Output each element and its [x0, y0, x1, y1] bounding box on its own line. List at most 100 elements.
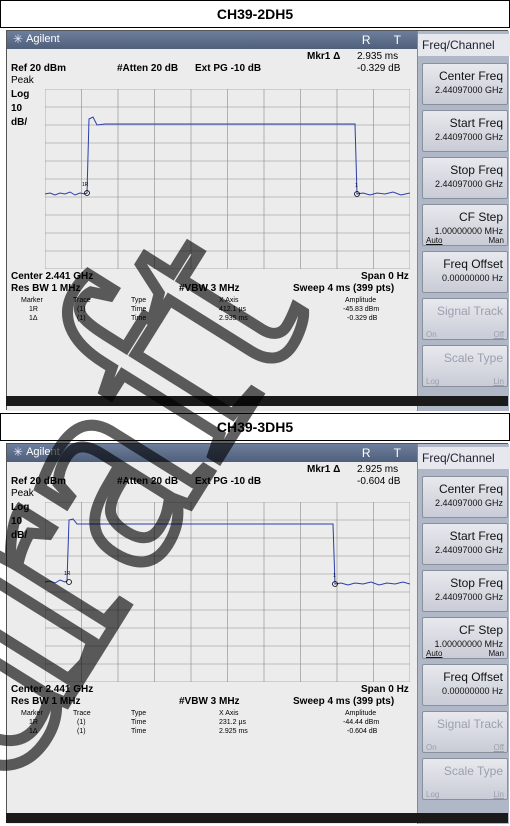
key-label: Stop Freq — [450, 163, 503, 177]
attenuation: #Atten 20 dB — [117, 63, 179, 74]
key-value: 2.44097000 GHz — [434, 179, 503, 189]
table-row-2-xaxis: 2.935 ms — [219, 315, 248, 322]
status-bar — [6, 396, 508, 406]
col-header-amplitude: Amplitude — [345, 710, 377, 717]
table-row-1-amplitude: -45.83 dBm — [343, 306, 380, 313]
window-titlebar: ✳ Agilent R T — [7, 444, 417, 462]
remote-trigger-indicator: R T — [361, 33, 411, 47]
signal-track-key[interactable]: Signal Track On Off — [422, 711, 508, 753]
vbw-readout: #VBW 3 MHz — [179, 283, 240, 294]
attenuation: #Atten 20 dB — [117, 476, 179, 487]
key-label: Start Freq — [449, 116, 503, 130]
stop-freq-key[interactable]: Stop Freq 2.44097000 GHz — [422, 157, 508, 199]
scale-log: Log — [11, 502, 30, 513]
freq-offset-key[interactable]: Freq Offset 0.00000000 Hz — [422, 251, 508, 293]
option-off: Off — [493, 330, 504, 339]
col-header-xaxis: X Axis — [219, 710, 239, 717]
center-freq-key[interactable]: Center Freq 2.44097000 GHz — [422, 476, 508, 518]
signal-track-key[interactable]: Signal Track On Off — [422, 298, 508, 340]
option-on: On — [426, 330, 437, 339]
brand-name: Agilent — [26, 446, 60, 458]
scale-unit: dB/ — [11, 117, 28, 128]
col-header-trace: Trace — [73, 297, 91, 304]
trace-graticule: 1R 1 — [45, 502, 410, 682]
marker-label: Mkr1 Δ — [307, 51, 341, 62]
scale-log: Log — [11, 89, 30, 100]
analyzer-panel-1: CH39-2DH5 ✳ Agilent R T Mkr1 Δ 2.935 ms … — [0, 0, 510, 413]
detector-peak: Peak — [11, 488, 34, 499]
start-freq-key[interactable]: Start Freq 2.44097000 GHz — [422, 110, 508, 152]
res-bw-readout: Res BW 1 MHz — [11, 696, 81, 707]
marker-1r — [66, 579, 72, 585]
res-bw-readout: Res BW 1 MHz — [11, 283, 81, 294]
center-freq-key[interactable]: Center Freq 2.44097000 GHz — [422, 63, 508, 105]
key-value: 2.44097000 GHz — [434, 498, 503, 508]
brand-name: Agilent — [26, 33, 60, 45]
marker-1-label: 1 — [333, 573, 336, 579]
col-header-xaxis: X Axis — [219, 297, 239, 304]
cf-step-key[interactable]: CF Step 1.00000000 MHz Auto Man — [422, 204, 508, 246]
marker-amplitude: -0.329 dB — [357, 63, 401, 74]
key-label: Center Freq — [438, 69, 503, 83]
key-label: Freq Offset — [443, 670, 503, 684]
span-readout: Span 0 Hz — [361, 271, 409, 282]
key-value: 0.00000000 Hz — [441, 686, 503, 696]
detector-peak: Peak — [11, 75, 34, 86]
col-header-marker: Marker — [21, 710, 43, 717]
stop-freq-key[interactable]: Stop Freq 2.44097000 GHz — [422, 570, 508, 612]
key-label: Stop Freq — [450, 576, 503, 590]
table-row-1-marker: 1R — [29, 719, 38, 726]
table-row-2-marker: 1Δ — [29, 315, 38, 322]
key-value: 1.00000000 MHz — [434, 226, 503, 236]
table-row-1-type: Time — [131, 719, 147, 726]
col-header-type: Type — [131, 710, 147, 717]
menu-title: Freq/Channel — [418, 34, 510, 56]
key-label: Start Freq — [449, 529, 503, 543]
ext-pg: Ext PG -10 dB — [195, 476, 262, 487]
remote-trigger-indicator: R T — [361, 446, 411, 460]
scale-value: 10 — [11, 103, 23, 114]
freq-offset-key[interactable]: Freq Offset 0.00000000 Hz — [422, 664, 508, 706]
marker-time: 2.925 ms — [357, 464, 399, 475]
panel-title: CH39-2DH5 — [0, 0, 510, 28]
key-value: 1.00000000 MHz — [434, 639, 503, 649]
col-header-trace: Trace — [73, 710, 91, 717]
option-log: Log — [426, 377, 440, 386]
sweep-readout: Sweep 4 ms (399 pts) — [293, 283, 395, 294]
key-label: Scale Type — [443, 764, 503, 778]
marker-1r-label: 1R — [64, 571, 71, 577]
vbw-readout: #VBW 3 MHz — [179, 696, 240, 707]
brand: ✳ Agilent — [13, 446, 60, 458]
col-header-amplitude: Amplitude — [345, 297, 377, 304]
analyzer-display: Mkr1 Δ 2.935 ms Ref 20 dBm #Atten 20 dB … — [7, 49, 417, 411]
key-label: CF Step — [458, 623, 503, 637]
scale-type-key[interactable]: Scale Type Log Lin — [422, 345, 508, 387]
marker-1r-label: 1R — [82, 182, 89, 188]
window-titlebar: ✳ Agilent R T — [7, 31, 417, 49]
marker-label: Mkr1 Δ — [307, 464, 341, 475]
option-lin: Lin — [493, 790, 504, 799]
key-value: 2.44097000 GHz — [434, 545, 503, 555]
softkey-sidebar: Freq/Channel Center Freq 2.44097000 GHz … — [417, 444, 510, 824]
start-freq-key[interactable]: Start Freq 2.44097000 GHz — [422, 523, 508, 565]
brand: ✳ Agilent — [13, 33, 60, 45]
table-row-2-marker: 1Δ — [29, 728, 38, 735]
table-row-2-amplitude: -0.329 dB — [347, 315, 378, 322]
sweep-readout: Sweep 4 ms (399 pts) — [293, 696, 395, 707]
scale-type-key[interactable]: Scale Type Log Lin — [422, 758, 508, 800]
center-freq-readout: Center 2.441 GHz — [11, 271, 94, 282]
analyzer-screen: ✳ Agilent R T Mkr1 Δ 2.925 ms Ref 20 dBm… — [6, 443, 510, 824]
option-lin: Lin — [493, 377, 504, 386]
table-row-2-type: Time — [131, 728, 147, 735]
option-auto: Auto — [426, 649, 443, 658]
table-row-1-xaxis: 231.2 µs — [219, 719, 246, 726]
graticule-grid — [45, 502, 410, 682]
table-row-1-xaxis: 412.1 µs — [219, 306, 246, 313]
option-auto: Auto — [426, 236, 443, 245]
status-bar — [6, 813, 508, 823]
option-off: Off — [493, 743, 504, 752]
option-log: Log — [426, 790, 440, 799]
table-row-2-amplitude: -0.604 dB — [347, 728, 378, 735]
cf-step-key[interactable]: CF Step 1.00000000 MHz Auto Man — [422, 617, 508, 659]
agilent-logo-icon: ✳ — [13, 445, 24, 459]
